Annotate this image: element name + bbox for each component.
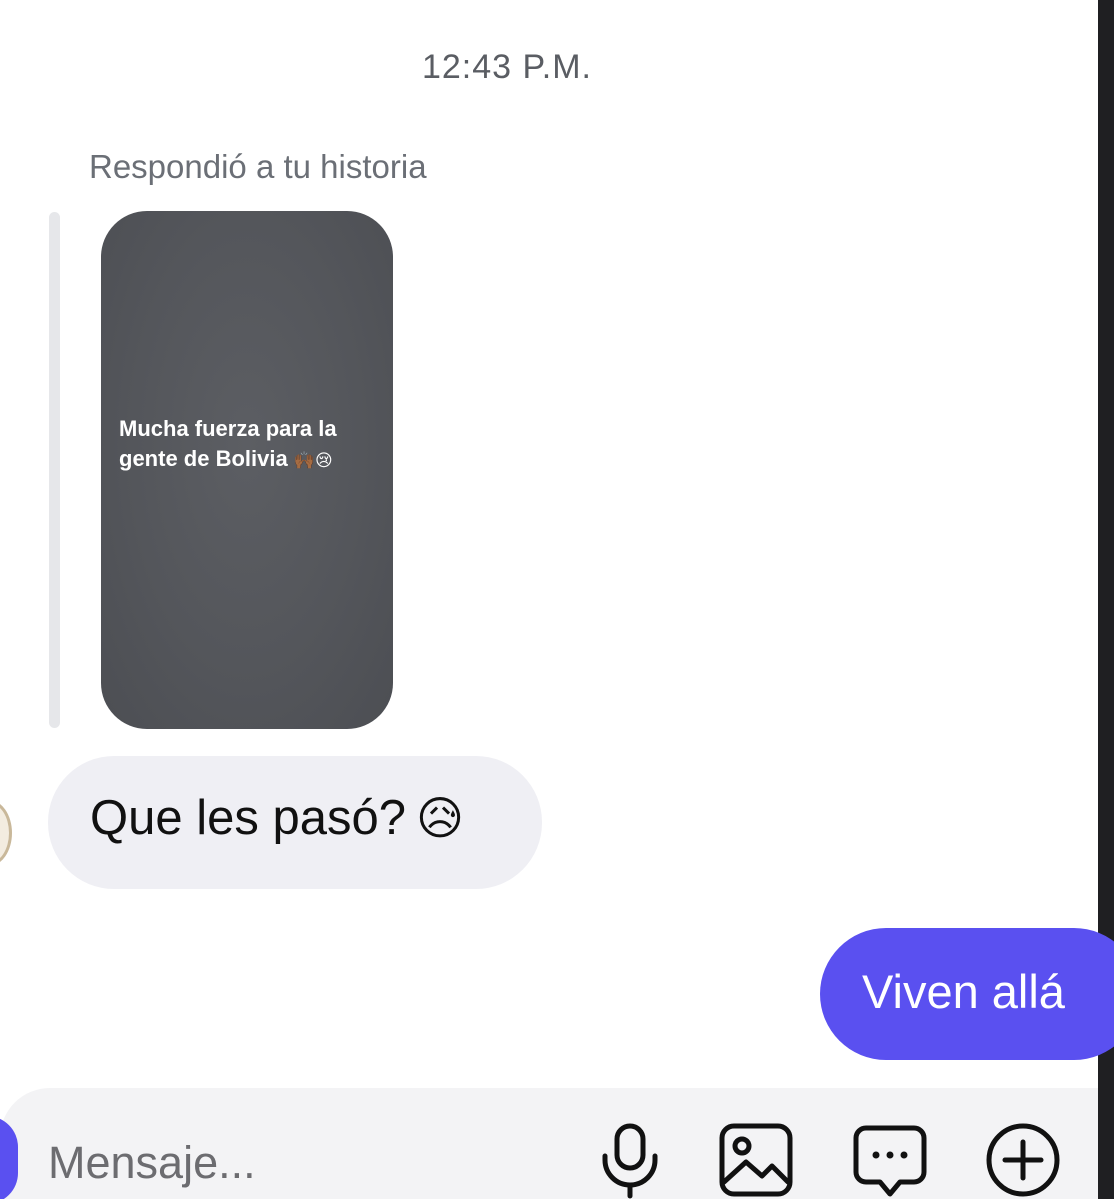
story-caption-emoji: 🙌🏾😢 [293,451,333,470]
sender-avatar[interactable] [0,800,12,866]
chat-screen: 12:43 P.M. Respondió a tu historia Mucha… [0,0,1114,1199]
story-reply-label: Respondió a tu historia [89,148,427,185]
message-input[interactable] [48,1133,568,1193]
sad-relieved-face-emoji: 😥 [416,792,464,844]
received-message-content: Que les pasó? 😥 [90,790,464,846]
story-preview-card[interactable]: Mucha fuerza para la gente de Bolivia 🙌🏾… [101,211,393,729]
microphone-icon[interactable] [590,1120,670,1199]
photo-icon[interactable] [716,1120,796,1199]
sent-message-text: Viven allá [862,965,1065,1018]
message-timestamp: 12:43 P.M. [421,48,593,86]
received-message-text: Que les pasó? [90,791,406,845]
reply-indicator-bar [49,212,60,728]
sticker-icon[interactable] [850,1120,930,1199]
story-caption: Mucha fuerza para la gente de Bolivia 🙌🏾… [119,414,379,476]
add-icon[interactable] [983,1120,1063,1199]
received-message-bubble[interactable]: Que les pasó? 😥 [48,756,542,889]
sent-message-bubble[interactable]: Viven allá [820,928,1114,1060]
